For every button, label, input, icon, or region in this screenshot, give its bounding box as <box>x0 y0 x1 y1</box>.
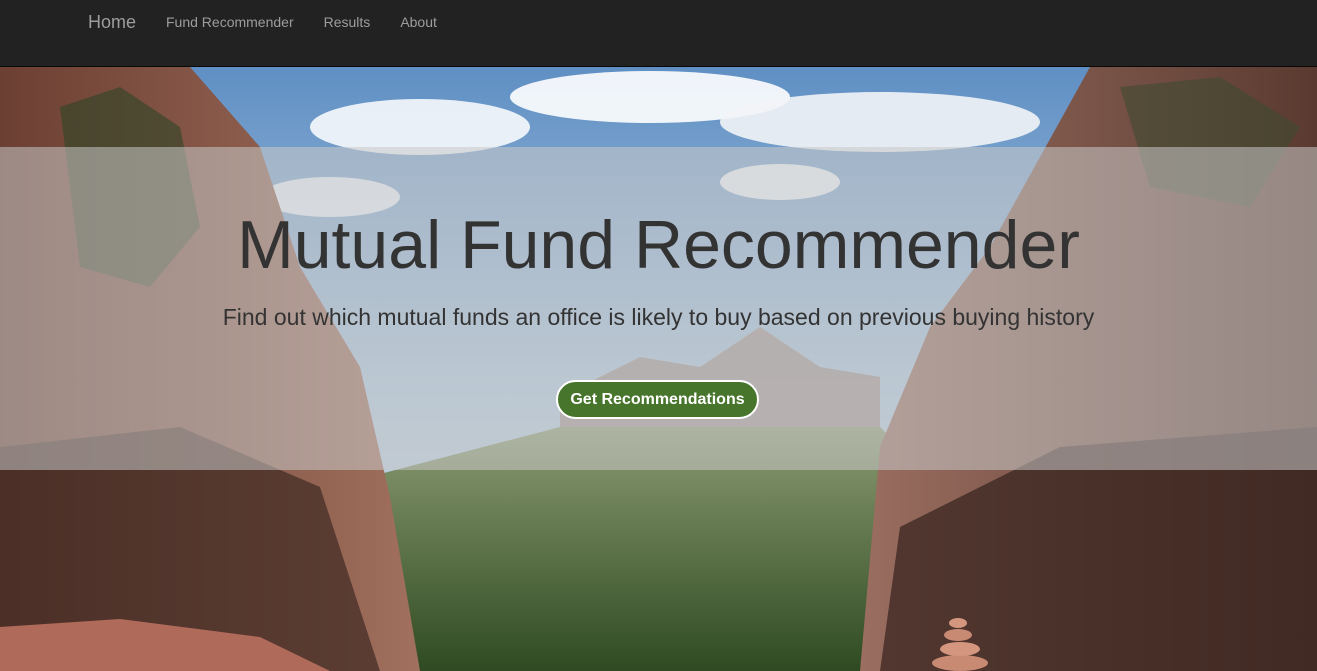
nav-results-link[interactable]: Results <box>309 11 386 33</box>
nav-item-results: Results <box>309 11 386 33</box>
nav-item-fund-recommender: Fund Recommender <box>151 11 309 33</box>
page-title: Mutual Fund Recommender <box>237 207 1080 283</box>
get-recommendations-button[interactable]: Get Recommendations <box>556 380 759 419</box>
nav-item-about: About <box>385 11 452 33</box>
nav-home-link[interactable]: Home <box>88 11 136 33</box>
nav-links: Fund Recommender Results About <box>151 11 452 33</box>
nav-about-link[interactable]: About <box>385 11 452 33</box>
top-navbar: Home Fund Recommender Results About <box>0 0 1317 67</box>
nav-fund-recommender-link[interactable]: Fund Recommender <box>151 11 309 33</box>
page-subtitle: Find out which mutual funds an office is… <box>222 304 1095 330</box>
